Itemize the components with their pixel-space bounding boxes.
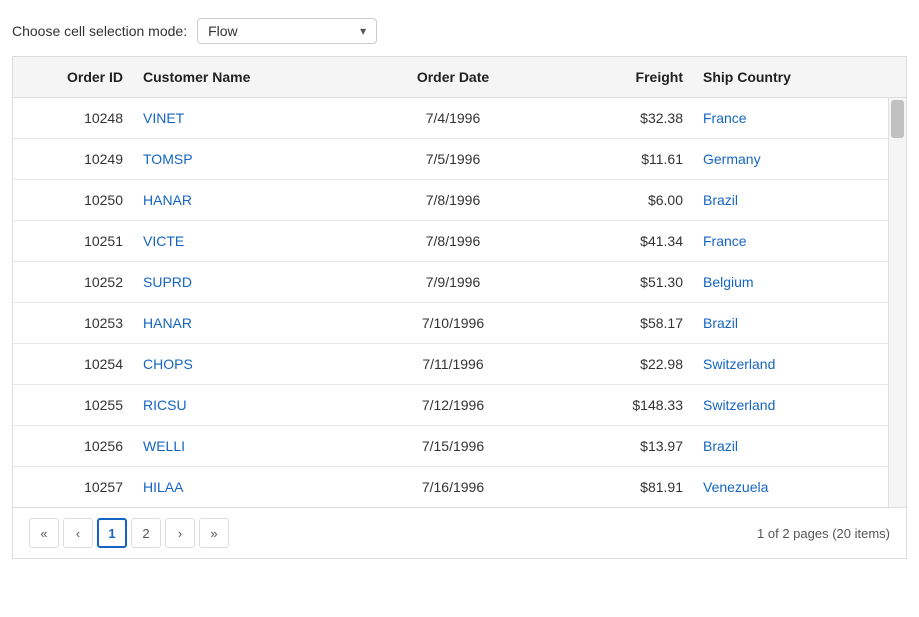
first-page-button[interactable]: « xyxy=(29,518,59,548)
table-cell: 10255 xyxy=(13,385,133,425)
cell-selection-dropdown[interactable]: Flow ▾ xyxy=(197,18,377,44)
table-cell: 7/15/1996 xyxy=(353,426,553,466)
table-cell: $41.34 xyxy=(553,221,693,261)
dropdown-value: Flow xyxy=(208,23,238,39)
table-cell: Switzerland xyxy=(693,344,873,384)
top-bar: Choose cell selection mode: Flow ▾ xyxy=(0,10,919,56)
table-row: 10256WELLI7/15/1996$13.97Brazil xyxy=(13,426,888,467)
page-wrapper: Choose cell selection mode: Flow ▾ Order… xyxy=(0,0,919,617)
prev-page-button[interactable]: ‹ xyxy=(63,518,93,548)
table-cell: 10248 xyxy=(13,98,133,138)
vertical-scrollbar[interactable] xyxy=(888,98,906,507)
dropdown-arrow-icon: ▾ xyxy=(360,24,366,38)
table-cell: 7/5/1996 xyxy=(353,139,553,179)
table-row: 10253HANAR7/10/1996$58.17Brazil xyxy=(13,303,888,344)
grid-body-wrapper: 10248VINET7/4/1996$32.38France10249TOMSP… xyxy=(13,98,906,507)
table-cell: 7/16/1996 xyxy=(353,467,553,507)
table-cell: TOMSP xyxy=(133,139,353,179)
page-2-button[interactable]: 2 xyxy=(131,518,161,548)
table-cell: $22.98 xyxy=(553,344,693,384)
table-cell: CHOPS xyxy=(133,344,353,384)
table-row: 10250HANAR7/8/1996$6.00Brazil xyxy=(13,180,888,221)
table-cell: Switzerland xyxy=(693,385,873,425)
table-cell: 10257 xyxy=(13,467,133,507)
col-header-date: Order Date xyxy=(353,57,553,97)
pagination-bar: « ‹ 1 2 › » 1 of 2 pages (20 items) xyxy=(12,508,907,559)
scrollbar-thumb[interactable] xyxy=(891,100,904,138)
table-cell: WELLI xyxy=(133,426,353,466)
table-cell: Brazil xyxy=(693,180,873,220)
table-cell: 7/11/1996 xyxy=(353,344,553,384)
table-cell: RICSU xyxy=(133,385,353,425)
page-1-button[interactable]: 1 xyxy=(97,518,127,548)
cell-selection-label: Choose cell selection mode: xyxy=(12,23,187,39)
page-summary: 1 of 2 pages (20 items) xyxy=(757,526,890,541)
table-cell: 10256 xyxy=(13,426,133,466)
table-cell: Brazil xyxy=(693,303,873,343)
last-page-button[interactable]: » xyxy=(199,518,229,548)
grid-header: Order ID Customer Name Order Date Freigh… xyxy=(13,57,906,98)
table-cell: 10253 xyxy=(13,303,133,343)
table-cell: $32.38 xyxy=(553,98,693,138)
table-cell: Brazil xyxy=(693,426,873,466)
table-cell: 7/12/1996 xyxy=(353,385,553,425)
table-row: 10249TOMSP7/5/1996$11.61Germany xyxy=(13,139,888,180)
table-cell: 7/10/1996 xyxy=(353,303,553,343)
table-cell: 7/8/1996 xyxy=(353,180,553,220)
table-cell: HILAA xyxy=(133,467,353,507)
table-cell: VICTE xyxy=(133,221,353,261)
table-cell: 10251 xyxy=(13,221,133,261)
table-cell: HANAR xyxy=(133,303,353,343)
table-cell: Belgium xyxy=(693,262,873,302)
table-cell: Venezuela xyxy=(693,467,873,507)
table-row: 10257HILAA7/16/1996$81.91Venezuela xyxy=(13,467,888,507)
table-cell: $11.61 xyxy=(553,139,693,179)
table-row: 10252SUPRD7/9/1996$51.30Belgium xyxy=(13,262,888,303)
table-cell: $81.91 xyxy=(553,467,693,507)
table-cell: $148.33 xyxy=(553,385,693,425)
table-cell: HANAR xyxy=(133,180,353,220)
table-cell: 10250 xyxy=(13,180,133,220)
data-grid: Order ID Customer Name Order Date Freigh… xyxy=(12,56,907,508)
table-cell: $58.17 xyxy=(553,303,693,343)
table-cell: $6.00 xyxy=(553,180,693,220)
table-cell: 10252 xyxy=(13,262,133,302)
table-cell: $51.30 xyxy=(553,262,693,302)
table-cell: $13.97 xyxy=(553,426,693,466)
table-cell: 10249 xyxy=(13,139,133,179)
table-row: 10248VINET7/4/1996$32.38France xyxy=(13,98,888,139)
table-cell: 7/4/1996 xyxy=(353,98,553,138)
table-cell: France xyxy=(693,98,873,138)
next-page-button[interactable]: › xyxy=(165,518,195,548)
table-cell: 7/9/1996 xyxy=(353,262,553,302)
col-header-order-id: Order ID xyxy=(13,57,133,97)
col-header-customer: Customer Name xyxy=(133,57,353,97)
col-header-country: Ship Country xyxy=(693,57,873,97)
table-row: 10251VICTE7/8/1996$41.34France xyxy=(13,221,888,262)
table-row: 10254CHOPS7/11/1996$22.98Switzerland xyxy=(13,344,888,385)
pager-controls: « ‹ 1 2 › » xyxy=(29,518,229,548)
table-cell: 7/8/1996 xyxy=(353,221,553,261)
table-row: 10255RICSU7/12/1996$148.33Switzerland xyxy=(13,385,888,426)
grid-rows-area: 10248VINET7/4/1996$32.38France10249TOMSP… xyxy=(13,98,888,507)
table-cell: France xyxy=(693,221,873,261)
table-cell: 10254 xyxy=(13,344,133,384)
table-cell: SUPRD xyxy=(133,262,353,302)
table-cell: VINET xyxy=(133,98,353,138)
table-cell: Germany xyxy=(693,139,873,179)
col-header-freight: Freight xyxy=(553,57,693,97)
